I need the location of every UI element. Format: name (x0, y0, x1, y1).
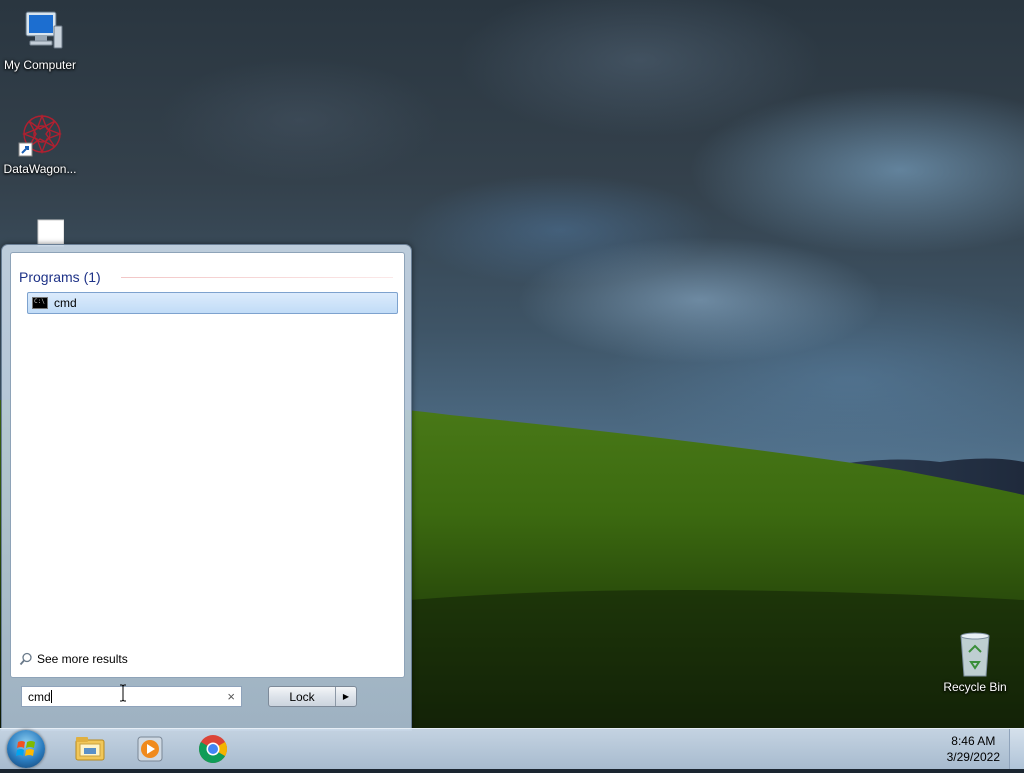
start-search-input[interactable]: cmd × (21, 686, 242, 707)
clock-time: 8:46 AM (951, 734, 996, 748)
taskbar-chrome-button[interactable] (185, 731, 241, 767)
search-result-cmd[interactable]: cmd (27, 292, 398, 314)
windows-logo-icon (16, 741, 35, 756)
search-result-label: cmd (54, 296, 77, 310)
desktop-icon-label: My Computer (3, 58, 77, 72)
taskbar-explorer-button[interactable] (62, 731, 118, 767)
search-icon (19, 652, 33, 666)
desktop-icon-label: DataWagon... (3, 162, 77, 176)
start-button[interactable] (7, 730, 45, 768)
desktop-icon-my-computer[interactable]: My Computer (0, 8, 80, 72)
recycle-bin-icon (951, 630, 999, 678)
desktop-icon-recycle-bin[interactable]: Recycle Bin (935, 630, 1015, 694)
text-caret (50, 690, 52, 703)
system-clock[interactable]: 8:46 AM 3/29/2022 (947, 733, 1000, 765)
chrome-icon (199, 735, 227, 763)
search-input-value: cmd (28, 689, 51, 704)
windows-explorer-icon (75, 737, 105, 761)
desktop-icon-label: Recycle Bin (943, 680, 1007, 694)
taskbar: 8:46 AM 3/29/2022 (0, 728, 1024, 769)
search-results-pane: Programs (1) cmd See more results (10, 252, 405, 678)
lock-button-label[interactable]: Lock (269, 687, 336, 706)
start-menu: Programs (1) cmd See more results cmd × … (1, 244, 412, 731)
group-divider (121, 277, 393, 278)
power-options-arrow-icon[interactable]: ▶ (336, 687, 356, 706)
computer-icon (16, 8, 64, 56)
lock-button[interactable]: Lock ▶ (268, 686, 357, 707)
see-more-label: See more results (37, 652, 128, 666)
taskbar-media-player-button[interactable] (122, 731, 178, 767)
results-group-title: Programs (1) (19, 269, 101, 285)
clock-date: 3/29/2022 (946, 750, 1000, 764)
clear-search-icon[interactable]: × (227, 689, 235, 704)
see-more-results-link[interactable]: See more results (19, 652, 128, 666)
media-player-icon (137, 736, 163, 762)
show-desktop-button[interactable] (1009, 729, 1024, 769)
datawagon-icon (16, 112, 64, 160)
desktop-icon-datawagon[interactable]: DataWagon... (0, 112, 80, 176)
cmd-icon (32, 297, 48, 309)
